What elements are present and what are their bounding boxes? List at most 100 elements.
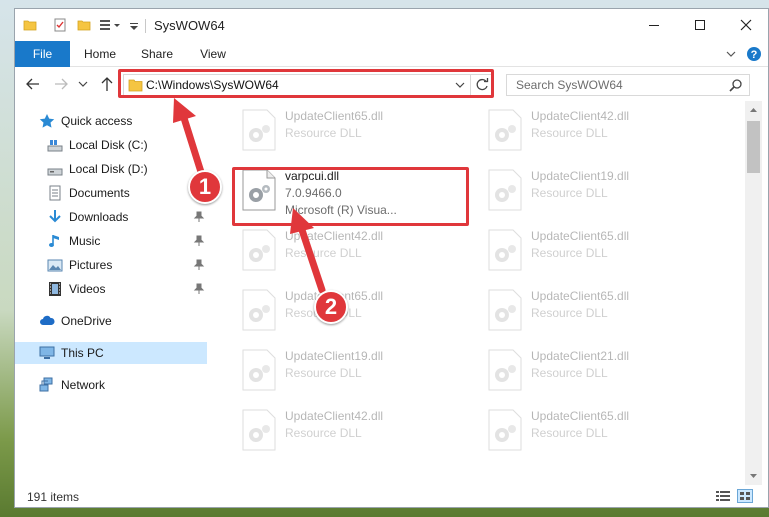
- file-name: UpdateClient65.dll: [531, 229, 630, 243]
- sidebar-item-quick-access[interactable]: Quick access: [15, 110, 207, 132]
- details-view-icon[interactable]: [715, 489, 731, 503]
- search-box[interactable]: Search SysWOW64: [506, 74, 750, 96]
- file-item[interactable]: UpdateClient19.dll Resource DLL: [479, 161, 719, 219]
- tab-home[interactable]: Home: [77, 41, 123, 67]
- forward-button[interactable]: [51, 75, 71, 93]
- tab-share[interactable]: Share: [133, 41, 181, 67]
- sidebar-item-local-disk-d[interactable]: Local Disk (D:): [15, 158, 207, 180]
- window-title: SysWOW64: [154, 18, 225, 33]
- back-button[interactable]: [23, 75, 43, 93]
- file-item[interactable]: UpdateClient42.dll Resource DLL: [233, 401, 473, 459]
- ribbon-right-controls: ?: [718, 41, 768, 67]
- dll-file-icon: [242, 289, 276, 331]
- sidebar-item-network[interactable]: Network: [15, 374, 207, 396]
- file-description: Resource DLL: [531, 426, 608, 440]
- drive-icon: [47, 168, 63, 176]
- navigation-pane: Quick access Local Disk (C:) Local Disk …: [15, 101, 211, 485]
- pin-icon[interactable]: [193, 235, 205, 247]
- file-name: UpdateClient65.dll: [531, 289, 630, 303]
- scroll-up-icon[interactable]: [749, 106, 758, 115]
- sidebar-item-label: Videos: [69, 282, 106, 296]
- file-description: Resource DLL: [531, 366, 608, 380]
- search-icon[interactable]: [729, 78, 743, 92]
- file-name: UpdateClient21.dll: [531, 349, 630, 363]
- sidebar-item-label: This PC: [61, 346, 104, 360]
- file-description: Resource DLL: [531, 246, 608, 260]
- sidebar-item-label: Documents: [69, 186, 130, 200]
- file-description: Resource DLL: [285, 366, 362, 380]
- search-placeholder[interactable]: Search SysWOW64: [516, 78, 623, 92]
- tab-file[interactable]: File: [15, 41, 70, 67]
- file-item[interactable]: UpdateClient65.dll Resource DLL: [479, 281, 719, 339]
- scroll-thumb[interactable]: [747, 121, 760, 173]
- sidebar-item-label: Local Disk (C:): [69, 138, 148, 152]
- scroll-down-icon[interactable]: [749, 471, 758, 480]
- sidebar-item-onedrive[interactable]: OneDrive: [15, 310, 207, 332]
- dll-file-icon: [488, 109, 522, 151]
- network-icon: [39, 377, 53, 392]
- close-button[interactable]: [723, 9, 768, 41]
- sidebar-item-pictures[interactable]: Pictures: [15, 254, 207, 276]
- pin-icon[interactable]: [193, 211, 205, 223]
- maximize-button[interactable]: [677, 9, 723, 41]
- arrow-left-icon: [26, 78, 39, 90]
- file-item[interactable]: UpdateClient65.dll Resource DLL: [479, 401, 719, 459]
- sidebar-item-label: Downloads: [69, 210, 129, 224]
- tab-view[interactable]: View: [191, 41, 235, 67]
- title-separator: [145, 19, 146, 33]
- pin-icon[interactable]: [193, 259, 205, 271]
- sidebar-item-documents[interactable]: Documents: [15, 182, 207, 204]
- help-icon[interactable]: ?: [746, 46, 762, 62]
- sidebar-item-videos[interactable]: Videos: [15, 278, 207, 300]
- vertical-scrollbar[interactable]: [745, 101, 762, 485]
- file-name: UpdateClient65.dll: [285, 109, 384, 123]
- sidebar-item-label: Local Disk (D:): [69, 162, 148, 176]
- recent-locations-button[interactable]: [77, 75, 89, 93]
- item-count: 191 items: [27, 490, 80, 504]
- file-name: UpdateClient42.dll: [531, 109, 630, 123]
- large-icons-view-icon[interactable]: [737, 489, 753, 503]
- documents-icon: [49, 185, 61, 201]
- customize-toolbar-icon[interactable]: [99, 18, 125, 32]
- properties-icon[interactable]: [53, 18, 67, 32]
- file-item[interactable]: UpdateClient19.dll Resource DLL: [233, 341, 473, 399]
- pictures-icon: [47, 259, 63, 272]
- pin-icon[interactable]: [193, 283, 205, 295]
- sidebar-item-label: Network: [61, 378, 106, 392]
- file-description: Resource DLL: [285, 126, 362, 140]
- drive-icon: [47, 140, 63, 152]
- sidebar-item-downloads[interactable]: Downloads: [15, 206, 207, 228]
- chevron-down-icon: [78, 81, 88, 87]
- file-item[interactable]: UpdateClient42.dll Resource DLL: [233, 221, 473, 279]
- address-bar-highlight: [118, 69, 494, 98]
- sidebar-item-music[interactable]: Music: [15, 230, 207, 252]
- sidebar-item-label: Music: [69, 234, 101, 248]
- file-item[interactable]: UpdateClient65.dll Resource DLL: [479, 221, 719, 279]
- dll-file-icon: [488, 169, 522, 211]
- download-icon: [49, 210, 61, 223]
- up-button[interactable]: [97, 75, 117, 93]
- file-item[interactable]: UpdateClient42.dll Resource DLL: [479, 101, 719, 159]
- file-name: UpdateClient65.dll: [531, 409, 630, 423]
- file-item[interactable]: UpdateClient21.dll Resource DLL: [479, 341, 719, 399]
- file-description: Resource DLL: [531, 126, 608, 140]
- step-badge-1: 1: [188, 170, 222, 204]
- music-icon: [49, 235, 59, 247]
- new-folder-icon[interactable]: [77, 18, 91, 32]
- close-icon: [740, 19, 752, 31]
- file-description: Resource DLL: [531, 186, 608, 200]
- file-name: UpdateClient42.dll: [285, 409, 384, 423]
- expand-ribbon-icon[interactable]: [726, 49, 736, 59]
- ribbon-tabs: File Home Share View ?: [15, 41, 768, 67]
- title-bar: SysWOW64: [15, 9, 768, 41]
- file-item[interactable]: UpdateClient65.dll Resource DLL: [233, 101, 473, 159]
- sidebar-item-this-pc[interactable]: This PC: [15, 342, 207, 364]
- chevron-down-icon[interactable]: [129, 18, 139, 32]
- dll-file-icon: [488, 409, 522, 451]
- sidebar-item-local-disk-c[interactable]: Local Disk (C:): [15, 134, 207, 156]
- maximize-icon: [695, 20, 705, 30]
- minimize-button[interactable]: [631, 9, 677, 41]
- sidebar-item-label: Pictures: [69, 258, 113, 272]
- file-item[interactable]: UpdateClient65.dll Resource DLL: [233, 281, 473, 339]
- file-name: UpdateClient19.dll: [531, 169, 630, 183]
